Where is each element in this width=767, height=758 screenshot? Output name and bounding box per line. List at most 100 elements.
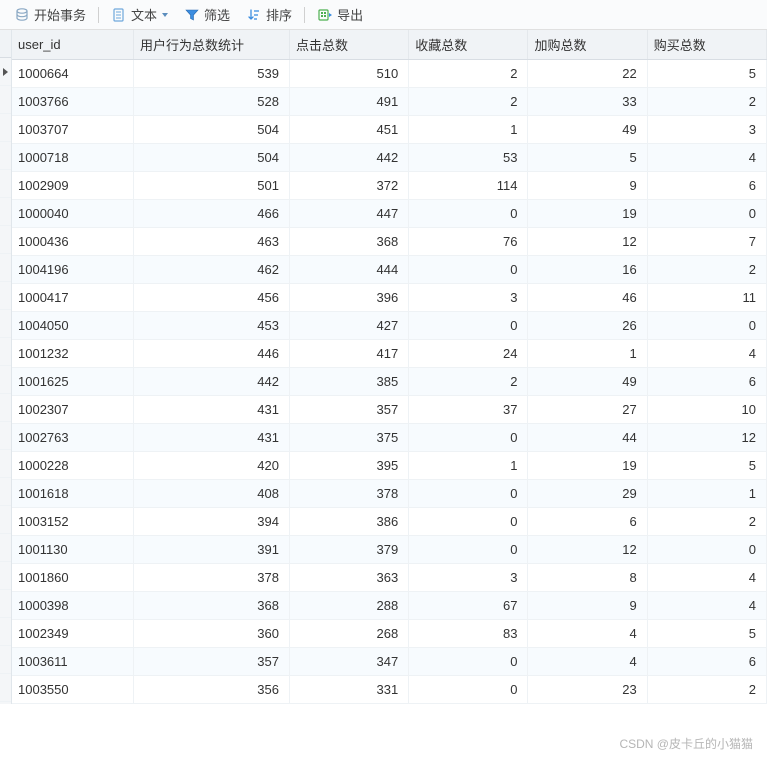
table-row[interactable]: 10006645395102225	[12, 60, 767, 88]
table-cell[interactable]: 456	[134, 284, 290, 312]
table-cell[interactable]: 408	[134, 480, 290, 508]
table-cell[interactable]: 462	[134, 256, 290, 284]
table-cell[interactable]: 1000718	[12, 144, 134, 172]
table-cell[interactable]: 356	[134, 676, 290, 704]
table-cell[interactable]: 331	[289, 676, 408, 704]
table-row[interactable]: 10041964624440162	[12, 256, 767, 284]
table-cell[interactable]: 1002763	[12, 424, 134, 452]
table-cell[interactable]: 53	[409, 144, 528, 172]
table-cell[interactable]: 491	[289, 88, 408, 116]
table-cell[interactable]: 444	[289, 256, 408, 284]
table-row[interactable]: 10003983682886794	[12, 592, 767, 620]
table-cell[interactable]: 2	[409, 368, 528, 396]
table-cell[interactable]: 357	[289, 396, 408, 424]
table-cell[interactable]: 3	[647, 116, 766, 144]
table-cell[interactable]: 427	[289, 312, 408, 340]
gutter-cell[interactable]	[0, 646, 11, 674]
table-cell[interactable]: 431	[134, 424, 290, 452]
table-row[interactable]: 1003611357347046	[12, 648, 767, 676]
table-cell[interactable]: 431	[134, 396, 290, 424]
table-cell[interactable]: 268	[289, 620, 408, 648]
gutter-cell[interactable]	[0, 310, 11, 338]
table-cell[interactable]: 11	[647, 284, 766, 312]
table-row[interactable]: 100290950137211496	[12, 172, 767, 200]
table-row[interactable]: 10000404664470190	[12, 200, 767, 228]
gutter-cell[interactable]	[0, 254, 11, 282]
table-cell[interactable]: 4	[647, 592, 766, 620]
table-cell[interactable]: 1003152	[12, 508, 134, 536]
gutter-cell[interactable]	[0, 58, 11, 86]
table-cell[interactable]: 10	[647, 396, 766, 424]
table-cell[interactable]: 451	[289, 116, 408, 144]
table-cell[interactable]: 1003766	[12, 88, 134, 116]
table-cell[interactable]: 288	[289, 592, 408, 620]
table-cell[interactable]: 0	[409, 424, 528, 452]
table-cell[interactable]: 27	[528, 396, 647, 424]
table-cell[interactable]: 1	[647, 480, 766, 508]
table-cell[interactable]: 19	[528, 200, 647, 228]
table-cell[interactable]: 378	[289, 480, 408, 508]
table-cell[interactable]: 360	[134, 620, 290, 648]
gutter-cell[interactable]	[0, 226, 11, 254]
gutter-cell[interactable]	[0, 394, 11, 422]
table-cell[interactable]: 76	[409, 228, 528, 256]
table-cell[interactable]: 357	[134, 648, 290, 676]
table-cell[interactable]: 46	[528, 284, 647, 312]
table-cell[interactable]: 0	[409, 200, 528, 228]
table-cell[interactable]: 396	[289, 284, 408, 312]
table-cell[interactable]: 528	[134, 88, 290, 116]
table-cell[interactable]: 446	[134, 340, 290, 368]
column-header[interactable]: 收藏总数	[409, 30, 528, 60]
table-cell[interactable]: 0	[409, 508, 528, 536]
table-row[interactable]: 100041745639634611	[12, 284, 767, 312]
table-cell[interactable]: 391	[134, 536, 290, 564]
table-cell[interactable]: 442	[134, 368, 290, 396]
table-cell[interactable]: 1001130	[12, 536, 134, 564]
table-row[interactable]: 10037075044511493	[12, 116, 767, 144]
table-cell[interactable]: 375	[289, 424, 408, 452]
column-header[interactable]: 用户行为总数统计	[134, 30, 290, 60]
begin-transaction-button[interactable]: 开始事务	[8, 3, 92, 26]
table-cell[interactable]: 0	[409, 256, 528, 284]
column-header[interactable]: 点击总数	[289, 30, 408, 60]
table-row[interactable]: 1001860378363384	[12, 564, 767, 592]
gutter-cell[interactable]	[0, 534, 11, 562]
table-cell[interactable]: 12	[528, 536, 647, 564]
table-cell[interactable]: 1004050	[12, 312, 134, 340]
table-cell[interactable]: 5	[647, 620, 766, 648]
table-cell[interactable]: 1000228	[12, 452, 134, 480]
table-row[interactable]: 10002284203951195	[12, 452, 767, 480]
table-cell[interactable]: 0	[409, 480, 528, 508]
table-cell[interactable]: 394	[134, 508, 290, 536]
table-cell[interactable]: 1002307	[12, 396, 134, 424]
table-cell[interactable]: 386	[289, 508, 408, 536]
table-cell[interactable]: 2	[647, 676, 766, 704]
table-cell[interactable]: 504	[134, 116, 290, 144]
table-cell[interactable]: 26	[528, 312, 647, 340]
table-cell[interactable]: 1000398	[12, 592, 134, 620]
table-cell[interactable]: 1000436	[12, 228, 134, 256]
table-cell[interactable]: 6	[647, 368, 766, 396]
table-cell[interactable]: 368	[134, 592, 290, 620]
table-cell[interactable]: 2	[647, 256, 766, 284]
table-cell[interactable]: 12	[647, 424, 766, 452]
table-cell[interactable]: 378	[134, 564, 290, 592]
table-cell[interactable]: 4	[528, 648, 647, 676]
table-row[interactable]: 10007185044425354	[12, 144, 767, 172]
table-cell[interactable]: 33	[528, 88, 647, 116]
table-row[interactable]: 10011303913790120	[12, 536, 767, 564]
table-cell[interactable]: 372	[289, 172, 408, 200]
table-cell[interactable]: 0	[409, 312, 528, 340]
table-cell[interactable]: 447	[289, 200, 408, 228]
table-cell[interactable]: 6	[647, 648, 766, 676]
table-cell[interactable]: 9	[528, 592, 647, 620]
table-cell[interactable]: 0	[647, 200, 766, 228]
table-cell[interactable]: 504	[134, 144, 290, 172]
table-cell[interactable]: 23	[528, 676, 647, 704]
table-cell[interactable]: 22	[528, 60, 647, 88]
table-cell[interactable]: 4	[647, 144, 766, 172]
table-cell[interactable]: 49	[528, 368, 647, 396]
table-cell[interactable]: 19	[528, 452, 647, 480]
gutter-cell[interactable]	[0, 674, 11, 702]
table-cell[interactable]: 368	[289, 228, 408, 256]
